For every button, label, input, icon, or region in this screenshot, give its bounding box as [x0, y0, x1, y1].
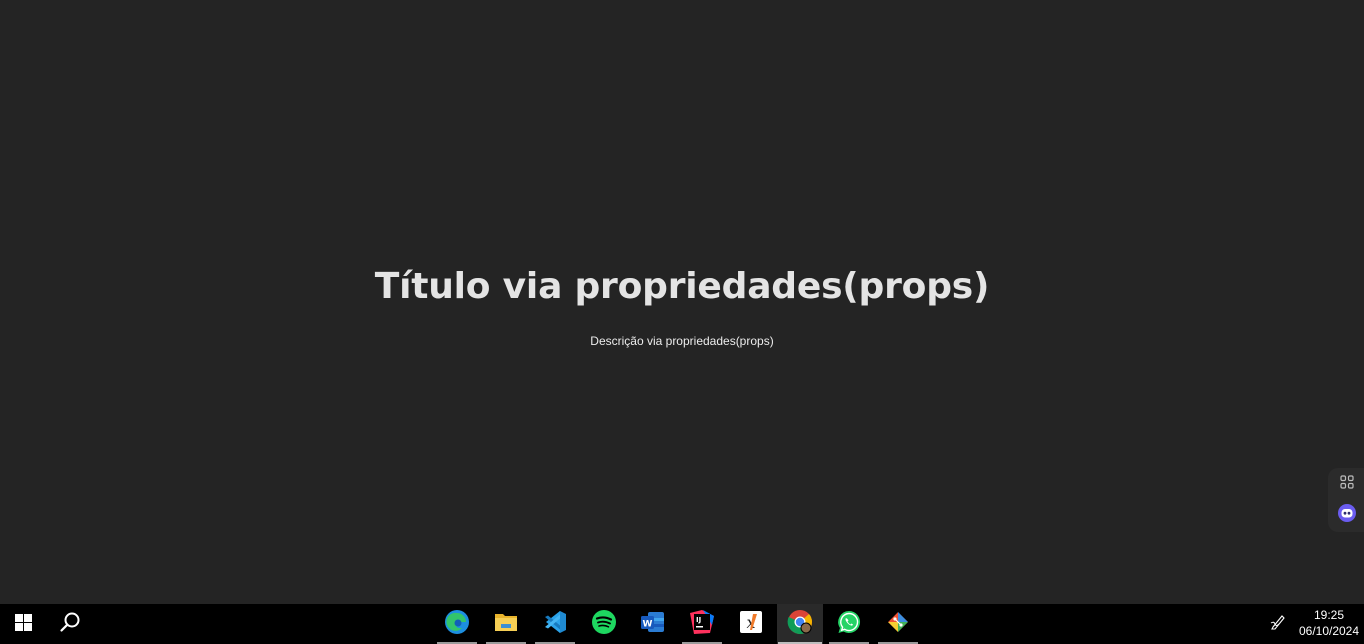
taskbar-app-whatsapp[interactable] [828, 604, 870, 644]
grid-button[interactable] [1336, 472, 1358, 494]
search-icon [59, 611, 81, 637]
taskbar-app-intellij[interactable]: IJ [681, 604, 723, 644]
pen-icon [1270, 614, 1286, 634]
start-button[interactable] [0, 604, 46, 644]
taskbar-app-edge[interactable] [436, 604, 478, 644]
assistant-bot-button[interactable] [1336, 504, 1358, 526]
clock-time: 19:25 [1313, 608, 1345, 622]
taskbar-app-xampp[interactable]: x [730, 604, 772, 644]
taskbar-app-chrome[interactable] [777, 604, 823, 644]
windows-start-icon [14, 613, 32, 635]
taskbar-app-word[interactable]: W [632, 604, 674, 644]
xampp-icon: x [739, 610, 763, 638]
taskbar: W IJ x 19:25 06/10/2024 [0, 604, 1364, 644]
clock-date: 06/10/2024 [1298, 624, 1360, 638]
page-content: Título via propriedades(props) Descrição… [0, 0, 1364, 604]
page-description: Descrição via propriedades(props) [590, 334, 774, 348]
svg-text:IJ: IJ [696, 616, 701, 624]
pen-tray-button[interactable] [1266, 604, 1290, 644]
vscode-icon [542, 609, 568, 639]
page-title: Título via propriedades(props) [374, 266, 990, 307]
search-button[interactable] [47, 604, 93, 644]
taskbar-app-git[interactable] [877, 604, 919, 644]
side-floating-widget [1328, 468, 1364, 532]
word-icon: W [640, 610, 666, 638]
taskbar-app-spotify[interactable] [583, 604, 625, 644]
whatsapp-icon [836, 609, 862, 639]
edge-icon [444, 609, 470, 639]
spotify-icon [591, 609, 617, 639]
git-icon [885, 609, 911, 639]
bot-icon [1337, 503, 1357, 527]
intellij-icon: IJ [689, 609, 715, 639]
taskbar-app-vscode[interactable] [534, 604, 576, 644]
tray-clock[interactable]: 19:25 06/10/2024 [1294, 607, 1364, 639]
folder-icon [493, 610, 519, 638]
taskbar-app-file-explorer[interactable] [485, 604, 527, 644]
svg-text:W: W [643, 620, 653, 630]
grid-icon [1340, 474, 1354, 493]
chrome-icon [787, 609, 813, 639]
